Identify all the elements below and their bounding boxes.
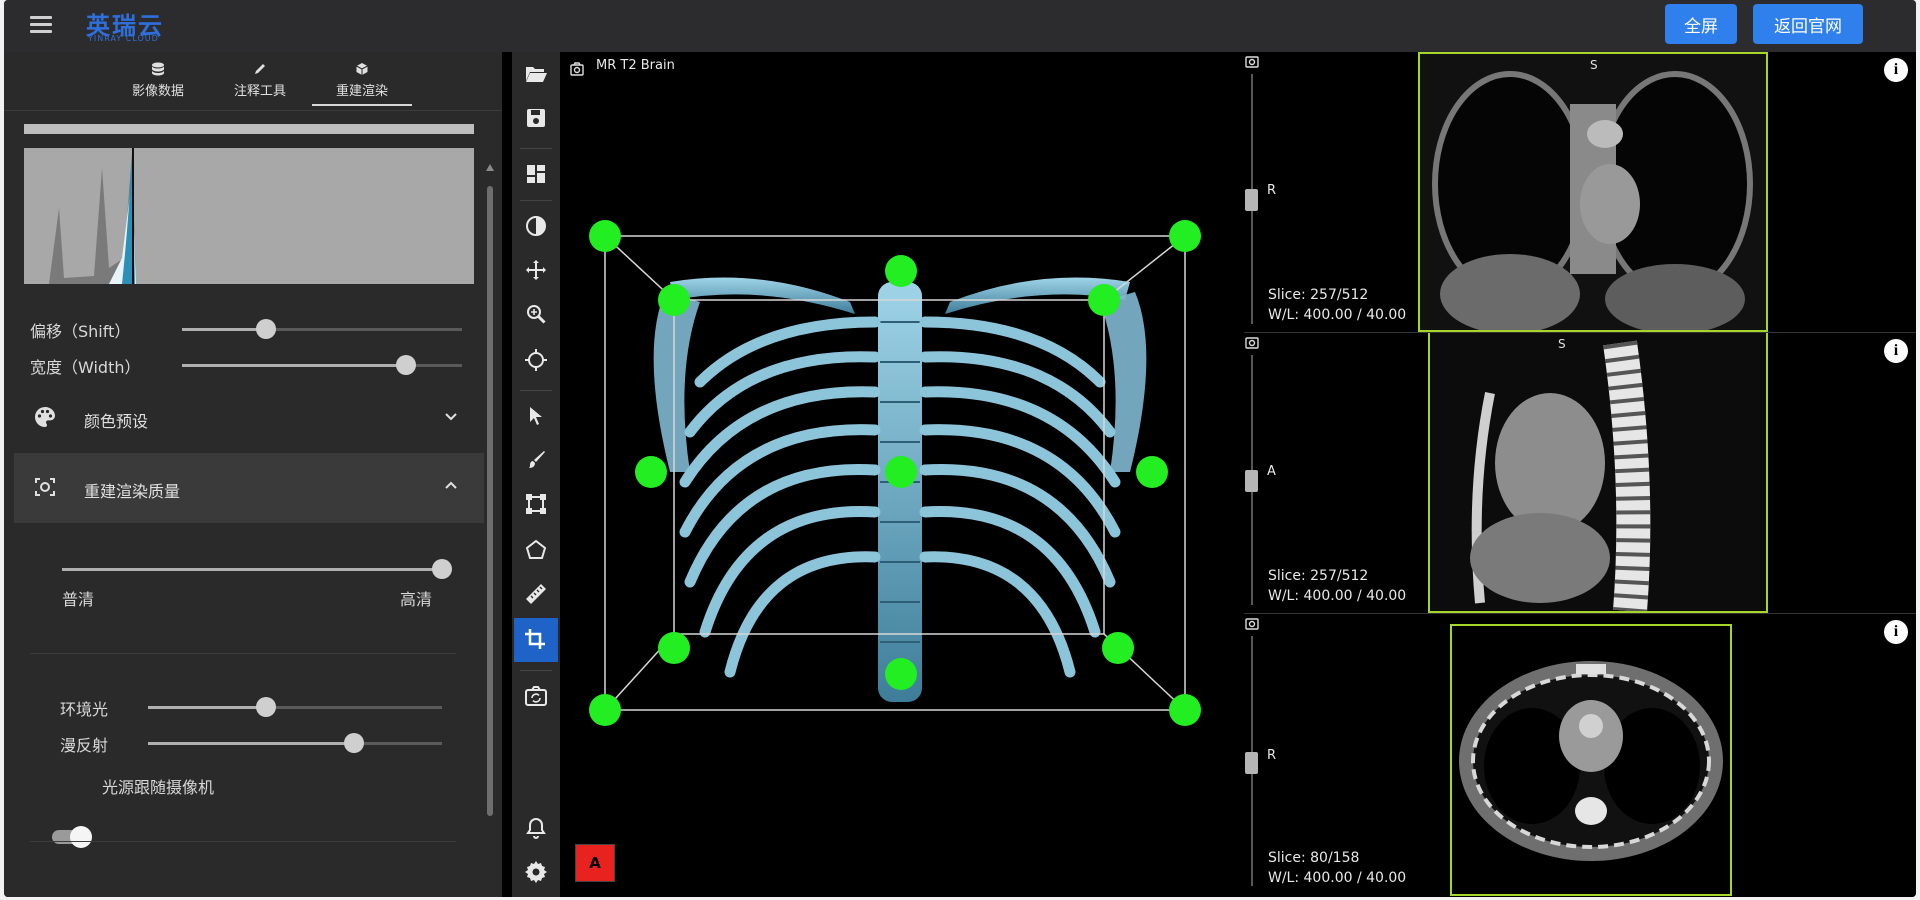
tab-label: 重建渲染	[335, 84, 388, 99]
window-level-info: W/L: 400.00 / 40.00	[1268, 588, 1407, 604]
shift-slider-fill	[182, 328, 266, 331]
shift-slider[interactable]	[182, 319, 462, 339]
polygon-icon[interactable]	[518, 532, 554, 568]
crosshair-icon[interactable]	[518, 342, 554, 378]
slice-info: Slice: 257/512	[1268, 287, 1369, 303]
palette-icon	[35, 407, 55, 427]
tab-annotation-tools[interactable]: 注释工具	[210, 58, 310, 104]
cube-icon	[356, 63, 368, 75]
orientation-label: A	[1267, 464, 1276, 479]
render-quality-slider-fill	[62, 568, 442, 571]
shift-label: 偏移（Shift）	[30, 322, 131, 341]
light-follow-camera-toggle[interactable]	[50, 826, 92, 848]
brush-icon[interactable]	[518, 442, 554, 478]
pointer-icon[interactable]	[518, 398, 554, 434]
move-icon[interactable]	[518, 252, 554, 288]
camera-focus-icon	[35, 478, 55, 496]
scrollbar-thumb[interactable]	[487, 186, 493, 816]
ambient-light-label: 环境光	[60, 700, 109, 719]
left-sidebar: 影像数据 注释工具 重建渲染 偏移（Shift） 宽度（Width） 颜色预设 …	[4, 52, 502, 897]
diffuse-slider-fill	[148, 742, 354, 745]
width-label: 宽度（Width）	[30, 358, 141, 377]
scroll-up-icon[interactable]	[486, 164, 494, 171]
settings-icon[interactable]	[518, 854, 554, 890]
diffuse-slider[interactable]	[148, 733, 442, 753]
top-orientation-label: S	[1558, 337, 1566, 351]
ambient-light-slider[interactable]	[148, 697, 442, 717]
menu-icon[interactable]	[30, 14, 54, 36]
window-level-info: W/L: 400.00 / 40.00	[1268, 870, 1407, 886]
logo-subtitle: YINRAY CLOUD	[88, 34, 159, 43]
histogram-graph	[24, 148, 136, 284]
orientation-label: R	[1267, 748, 1277, 763]
save-icon[interactable]	[518, 100, 554, 136]
render-quality-accordion[interactable]: 重建渲染质量	[14, 453, 484, 523]
transfer-function-editor[interactable]	[24, 148, 474, 284]
zoom-icon[interactable]	[518, 296, 554, 332]
tab-image-data[interactable]: 影像数据	[108, 58, 208, 104]
color-preset-accordion[interactable]: 颜色预设	[14, 383, 484, 453]
info-icon[interactable]: i	[1884, 620, 1908, 644]
fullscreen-button[interactable]: 全屏	[1665, 4, 1737, 44]
chevron-up-icon[interactable]	[442, 477, 460, 495]
crop-icon[interactable]	[514, 618, 558, 662]
app-window: 英瑞云 YINRAY CLOUD 全屏 返回官网 影像数据 注释工具 重建渲染	[4, 0, 1916, 897]
orientation-badge: A	[575, 844, 615, 882]
camera-icon[interactable]	[1245, 616, 1259, 630]
slice-scroll-handle[interactable]	[1245, 189, 1258, 211]
slice-scroll-handle[interactable]	[1245, 470, 1258, 492]
rendered-volume	[589, 220, 1201, 726]
camera-icon[interactable]	[1245, 54, 1259, 68]
width-slider-fill	[182, 364, 406, 367]
width-slider-thumb[interactable]	[396, 355, 416, 375]
sagittal-view[interactable]: A Slice: 257/512 W/L: 400.00 / 40.00 i S	[1244, 333, 1916, 613]
axial-scan-image[interactable]	[1450, 624, 1732, 896]
slice-info: Slice: 257/512	[1268, 568, 1369, 584]
back-to-site-button[interactable]: 返回官网	[1753, 4, 1863, 44]
shift-slider-thumb[interactable]	[256, 319, 276, 339]
quality-low-label: 普清	[62, 590, 95, 609]
pencil-icon	[255, 64, 265, 74]
bounding-box-icon[interactable]	[518, 486, 554, 522]
ruler-icon[interactable]	[518, 576, 554, 612]
orientation-label: R	[1267, 183, 1277, 198]
tab-label: 影像数据	[131, 84, 184, 99]
top-orientation-label: S	[1590, 58, 1598, 72]
diffuse-slider-thumb[interactable]	[343, 733, 364, 753]
slice-scroll-handle[interactable]	[1245, 752, 1258, 774]
info-icon[interactable]: i	[1884, 58, 1908, 82]
render-quality-slider-thumb[interactable]	[432, 559, 452, 579]
volume-render-viewport[interactable]: MR T2 Brain A	[560, 52, 1240, 897]
ambient-light-slider-thumb[interactable]	[255, 697, 276, 717]
snapshot-icon[interactable]	[518, 678, 554, 714]
light-follow-camera-label: 光源跟随摄像机	[102, 778, 215, 797]
tab-reconstruction-render[interactable]: 重建渲染	[312, 58, 412, 106]
vertical-toolbar	[512, 52, 560, 897]
info-icon[interactable]: i	[1884, 339, 1908, 363]
database-icon	[152, 62, 164, 76]
contrast-icon[interactable]	[518, 208, 554, 244]
coronal-view[interactable]: R Slice: 257/512 W/L: 400.00 / 40.00 i S	[1244, 52, 1916, 332]
axial-view[interactable]: R Slice: 80/158 W/L: 400.00 / 40.00 i A	[1244, 614, 1916, 897]
width-slider[interactable]	[182, 355, 462, 375]
color-preset-label: 颜色预设	[84, 412, 149, 431]
camera-icon[interactable]	[1245, 335, 1259, 349]
layout-icon[interactable]	[518, 156, 554, 192]
slice-info: Slice: 80/158	[1268, 850, 1360, 866]
opacity-gradient-bar[interactable]	[24, 124, 474, 134]
folder-open-icon[interactable]	[518, 56, 554, 92]
render-quality-slider[interactable]	[62, 559, 452, 579]
coronal-scan-image[interactable]: S	[1418, 52, 1768, 332]
window-level-info: W/L: 400.00 / 40.00	[1268, 307, 1407, 323]
bell-icon[interactable]	[518, 810, 554, 846]
quality-high-label: 高清	[400, 590, 433, 609]
app-header: 英瑞云 YINRAY CLOUD 全屏 返回官网	[4, 0, 1916, 52]
tab-label: 注释工具	[233, 84, 286, 99]
chevron-down-icon[interactable]	[442, 407, 460, 425]
diffuse-label: 漫反射	[60, 736, 109, 755]
sidebar-scrollbar[interactable]	[486, 164, 494, 897]
render-quality-label: 重建渲染质量	[84, 482, 181, 501]
sagittal-scan-image[interactable]: S	[1428, 333, 1768, 613]
ambient-light-slider-fill	[148, 706, 266, 709]
